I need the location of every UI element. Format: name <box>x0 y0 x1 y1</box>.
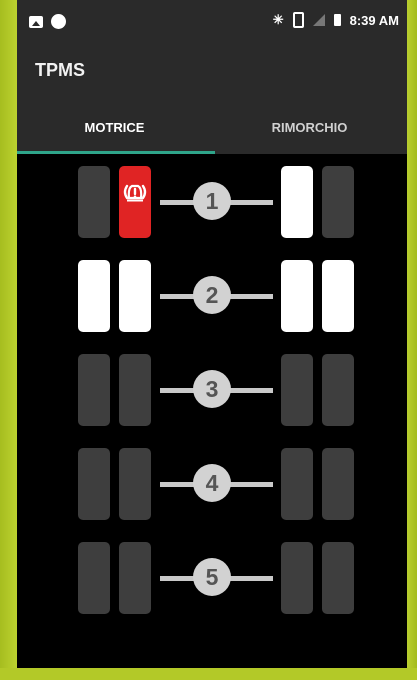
tab-bar: MOTRICE RIMORCHIO <box>17 104 407 154</box>
vibrate-icon <box>292 12 304 28</box>
tire-inner-right-axle-4[interactable] <box>281 448 313 520</box>
axle-3: 3 <box>17 354 407 426</box>
axle-number-badge[interactable]: 3 <box>193 370 231 408</box>
tire-inner-right-axle-1[interactable] <box>281 166 313 238</box>
tire-outer-right-axle-1[interactable] <box>322 166 354 238</box>
device-frame-left <box>0 0 17 680</box>
tire-outer-right-axle-2[interactable] <box>322 260 354 332</box>
axle-beam-right <box>229 482 273 487</box>
device-frame-bottom <box>0 668 417 680</box>
tire-outer-left-axle-5[interactable] <box>78 542 110 614</box>
tire-outer-right-axle-3[interactable] <box>322 354 354 426</box>
tire-inner-right-axle-3[interactable] <box>281 354 313 426</box>
tire-pressure-warning-icon <box>123 182 147 207</box>
axle-beam-right <box>229 200 273 205</box>
status-time: 8:39 AM <box>349 12 399 28</box>
axle-beam-right <box>229 294 273 299</box>
axle-diagram: 1 2 3 4 5 <box>17 154 407 668</box>
tab-rimorchio[interactable]: RIMORCHIO <box>212 104 407 154</box>
axle-4: 4 <box>17 448 407 520</box>
tire-inner-right-axle-5[interactable] <box>281 542 313 614</box>
tire-outer-right-axle-4[interactable] <box>322 448 354 520</box>
axle-number-badge[interactable]: 2 <box>193 276 231 314</box>
axle-5: 5 <box>17 542 407 614</box>
circle-icon <box>51 14 66 29</box>
axle-1: 1 <box>17 166 407 238</box>
tire-outer-left-axle-4[interactable] <box>78 448 110 520</box>
battery-icon <box>333 14 341 26</box>
tire-inner-left-axle-1[interactable] <box>119 166 151 238</box>
status-bar: ✳ 8:39 AM <box>17 0 407 44</box>
tire-outer-left-axle-2[interactable] <box>78 260 110 332</box>
tire-inner-left-axle-3[interactable] <box>119 354 151 426</box>
axle-number-badge[interactable]: 5 <box>193 558 231 596</box>
tab-motrice[interactable]: MOTRICE <box>17 104 212 154</box>
tire-inner-left-axle-2[interactable] <box>119 260 151 332</box>
axle-number-badge[interactable]: 1 <box>193 182 231 220</box>
tire-outer-left-axle-1[interactable] <box>78 166 110 238</box>
no-signal-icon <box>312 14 325 26</box>
app-title: TPMS <box>35 60 86 80</box>
tire-outer-right-axle-5[interactable] <box>322 542 354 614</box>
tire-outer-left-axle-3[interactable] <box>78 354 110 426</box>
axle-beam-right <box>229 576 273 581</box>
tire-inner-left-axle-5[interactable] <box>119 542 151 614</box>
image-icon <box>29 15 43 28</box>
tire-inner-left-axle-4[interactable] <box>119 448 151 520</box>
device-frame-right <box>407 0 417 680</box>
axle-beam-right <box>229 388 273 393</box>
axle-number-badge[interactable]: 4 <box>193 464 231 502</box>
app-bar: TPMS <box>17 44 407 104</box>
bluetooth-icon: ✳ <box>272 12 284 27</box>
axle-2: 2 <box>17 260 407 332</box>
phone-screen: ✳ 8:39 AM TPMS MOTRICE RIMORCHIO 1 2 3 4 5 <box>17 0 407 668</box>
tire-inner-right-axle-2[interactable] <box>281 260 313 332</box>
